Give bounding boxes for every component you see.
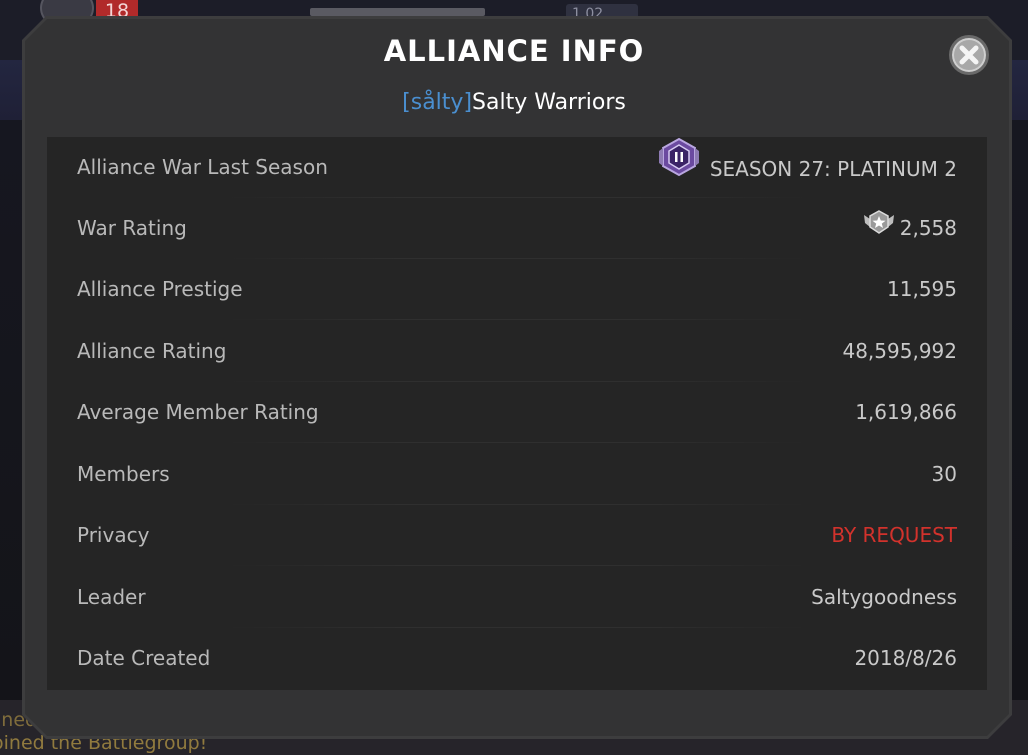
row-label: Leader xyxy=(77,585,146,609)
row-value: 48,595,992 xyxy=(842,339,957,363)
row-alliance-prestige: Alliance Prestige 11,595 xyxy=(47,259,987,320)
row-label: Alliance Prestige xyxy=(77,277,243,301)
season-value: SEASON 27: PLATINUM 2 xyxy=(709,156,957,181)
row-leader: Leader Saltygoodness xyxy=(47,567,987,628)
row-alliance-rating: Alliance Rating 48,595,992 xyxy=(47,321,987,382)
row-average-member-rating: Average Member Rating 1,619,866 xyxy=(47,382,987,443)
leader-value: Saltygoodness xyxy=(811,585,957,609)
war-rating-value: 2,558 xyxy=(899,216,957,240)
modal-title: ALLIANCE INFO xyxy=(383,34,645,68)
info-panel: Alliance War Last Season SEASON 27: PLAT… xyxy=(47,137,987,690)
privacy-value: BY REQUEST xyxy=(831,523,957,547)
platinum-rank-icon xyxy=(658,137,700,201)
row-date-created: Date Created 2018/8/26 xyxy=(47,628,987,689)
close-icon xyxy=(959,45,979,65)
alliance-tag: [sålty] xyxy=(402,90,473,115)
row-war-rating: War Rating 2,558 xyxy=(47,198,987,259)
row-label: Average Member Rating xyxy=(77,400,319,424)
row-label: Privacy xyxy=(77,523,150,547)
row-label: Alliance Rating xyxy=(77,339,227,363)
divider xyxy=(227,565,807,566)
row-value: 2018/8/26 xyxy=(854,646,957,670)
divider xyxy=(227,319,807,320)
row-value: SEASON 27: PLATINUM 2 xyxy=(658,137,957,201)
progress-bar xyxy=(310,8,485,16)
row-value: 1,619,866 xyxy=(855,400,957,424)
row-value: 2,558 xyxy=(862,198,957,259)
row-value: 11,595 xyxy=(887,277,957,301)
row-label: Date Created xyxy=(77,646,211,670)
war-rating-icon xyxy=(862,198,896,259)
alliance-name: Salty Warriors xyxy=(472,90,626,115)
divider xyxy=(227,442,807,443)
alliance-name-line: [sålty]Salty Warriors xyxy=(0,90,1028,115)
row-war-last-season: Alliance War Last Season SEASON 27: PLAT… xyxy=(47,137,987,198)
row-label: Alliance War Last Season xyxy=(77,155,328,179)
row-privacy: Privacy BY REQUEST xyxy=(47,505,987,566)
row-value: 30 xyxy=(931,462,957,486)
row-label: Members xyxy=(77,462,170,486)
row-members: Members 30 xyxy=(47,444,987,505)
row-label: War Rating xyxy=(77,216,187,240)
close-button[interactable] xyxy=(949,35,989,75)
